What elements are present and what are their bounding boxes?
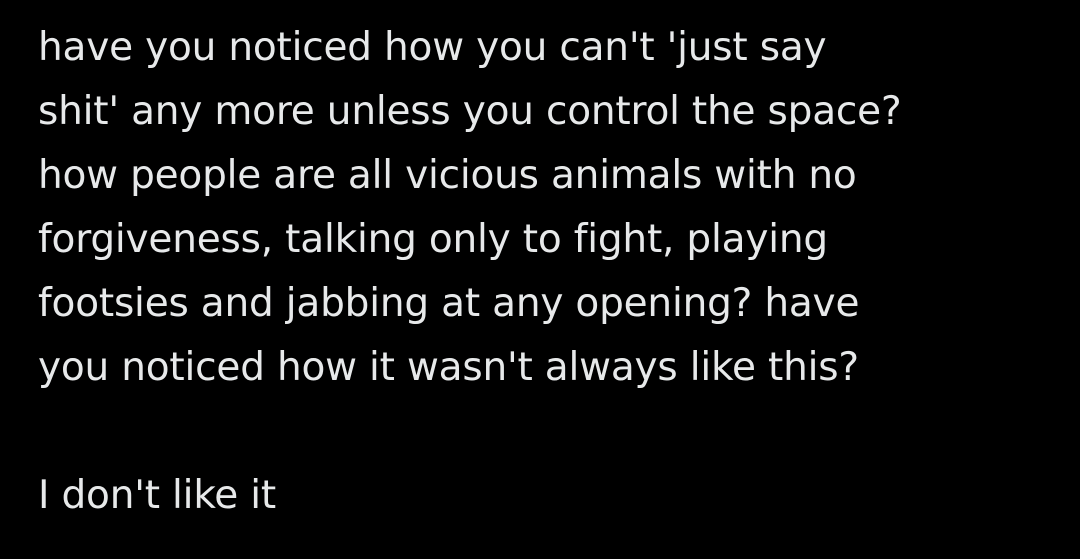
post-text-line: forgiveness, talking only to fight, play… [38,217,828,262]
post-text-line: I don't like it [38,473,277,518]
post-text-line: have you noticed how you can't 'just say [38,25,827,70]
post-text-line: shit' any more unless you control the sp… [38,89,902,134]
post-text-line: footsies and jabbing at any opening? hav… [38,281,860,326]
post-text: have you noticed how you can't 'just say… [38,16,1068,528]
post-text-line: you noticed how it wasn't always like th… [38,345,859,390]
paragraph-break [38,400,1068,464]
post-text-line: how people are all vicious animals with … [38,153,857,198]
